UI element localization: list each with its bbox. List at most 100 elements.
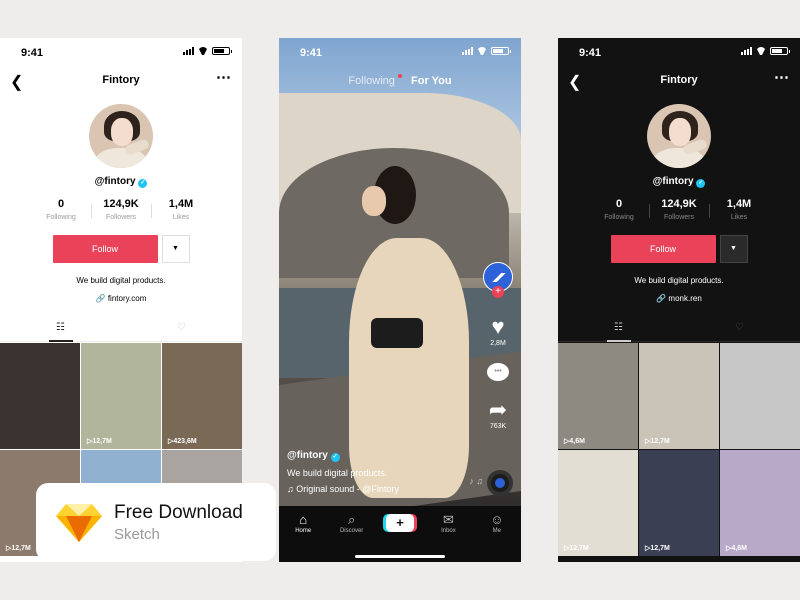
grid-icon: ☷: [614, 322, 623, 333]
profile-link[interactable]: 🔗 fintory.com: [0, 294, 242, 303]
like-count: 2,8M: [490, 340, 506, 347]
signal-icon: [183, 47, 194, 55]
stat-likes[interactable]: 1,4M Likes: [151, 198, 211, 221]
verified-icon: ✓: [696, 179, 706, 188]
liked-icon: ♡: [177, 322, 186, 333]
sound-link[interactable]: ♫ Original sound - @Fintory: [287, 484, 477, 494]
link-icon: 🔗: [656, 294, 667, 303]
profile-stats: 0 Following 124,9K Followers 1,4M Likes: [0, 198, 242, 221]
home-indicator: [355, 555, 445, 558]
home-icon: ⌂: [299, 512, 308, 527]
video-tile[interactable]: 12,7M: [81, 343, 161, 449]
wifi-icon: [198, 47, 208, 55]
liked-icon: ♡: [735, 322, 744, 333]
tab-for-you[interactable]: For You: [411, 75, 452, 87]
link-icon: 🔗: [95, 294, 106, 303]
more-icon[interactable]: ⋯: [216, 68, 231, 86]
follow-button[interactable]: Follow: [610, 235, 716, 263]
avatar: [647, 104, 711, 168]
comment-icon[interactable]: [487, 363, 509, 381]
battery-icon: [212, 47, 232, 55]
wifi-icon: [477, 47, 487, 55]
sound-disc-icon[interactable]: [487, 470, 513, 496]
stat-following[interactable]: 0 Following: [589, 198, 649, 221]
nav-home[interactable]: ⌂ Home: [279, 512, 327, 562]
follow-plus-icon[interactable]: +: [492, 286, 504, 298]
page-title: Fintory: [660, 74, 698, 86]
verified-icon: ✓: [330, 453, 340, 462]
feed-tabs: Following For You: [279, 74, 521, 87]
tab-videos[interactable]: ☷: [558, 316, 679, 342]
battery-icon: [770, 47, 790, 55]
profile-stats: 0 Following 124,9K Followers 1,4M Likes: [558, 198, 800, 221]
music-notes-icon: ♪ ♫: [469, 476, 483, 486]
dropdown-button[interactable]: ▼: [719, 235, 748, 263]
follow-button[interactable]: Follow: [52, 235, 158, 263]
video-tile[interactable]: 12,7M: [558, 450, 638, 556]
video-tile[interactable]: 12,7M: [639, 450, 719, 556]
profile-bio: We build digital products.: [76, 276, 166, 285]
share-icon[interactable]: ➦: [481, 399, 515, 421]
notification-dot: [397, 74, 402, 78]
profile-handle: @fintory ✓: [94, 176, 148, 188]
me-icon: ☺: [490, 512, 504, 527]
badge-subtitle: Sketch: [114, 525, 160, 543]
verified-icon: ✓: [138, 179, 148, 188]
more-icon[interactable]: ⋯: [774, 68, 789, 86]
profile-tabs: ☷ ♡: [558, 316, 800, 342]
download-badge[interactable]: Free Download Sketch: [36, 483, 276, 561]
video-tile[interactable]: 4,6M: [558, 343, 638, 449]
profile-tabs: ☷ ♡: [0, 316, 242, 342]
battery-icon: [491, 47, 511, 55]
nav-bar: ❮ Fintory ⋯: [558, 66, 800, 94]
stat-followers[interactable]: 124,9K Followers: [91, 198, 151, 221]
video-tile[interactable]: 12,7M: [639, 343, 719, 449]
video-tile[interactable]: [0, 343, 80, 449]
badge-title: Free Download: [114, 501, 243, 523]
sketch-logo-icon: [56, 502, 102, 542]
status-bar: 9:41: [0, 38, 242, 66]
video-tile[interactable]: 423,6M: [162, 343, 242, 449]
tab-liked[interactable]: ♡: [679, 316, 800, 341]
video-tile[interactable]: 4,6M: [720, 450, 800, 556]
inbox-icon: ✉: [442, 512, 454, 527]
avatar: [89, 104, 153, 168]
status-time: 9:41: [21, 47, 44, 59]
action-rail: + ♥ 2,8M ➦ 763K: [481, 262, 515, 430]
tab-following[interactable]: Following: [348, 75, 394, 87]
page-title: Fintory: [102, 74, 140, 86]
status-bar: 9:41: [558, 38, 800, 66]
create-icon: +: [386, 514, 415, 532]
tab-liked[interactable]: ♡: [121, 316, 242, 341]
caret-down-icon: ▼: [730, 245, 737, 252]
profile-link[interactable]: 🔗 monk.ren: [558, 294, 800, 303]
stat-following[interactable]: 0 Following: [31, 198, 91, 221]
stat-likes[interactable]: 1,4M Likes: [709, 198, 769, 221]
discover-icon: ⌕: [347, 512, 356, 527]
music-note-icon: ♫: [287, 484, 294, 494]
stat-followers[interactable]: 124,9K Followers: [649, 198, 709, 221]
caret-down-icon: ▼: [172, 245, 179, 252]
status-time: 9:41: [579, 47, 602, 59]
wifi-icon: [756, 47, 766, 55]
video-tile[interactable]: [720, 343, 800, 449]
share-count: 763K: [489, 423, 507, 430]
nav-bar: ❮ Fintory ⋯: [0, 66, 242, 94]
tab-videos[interactable]: ☷: [0, 316, 121, 342]
heart-icon[interactable]: ♥: [481, 316, 515, 338]
video-caption: @fintory ✓ We build digital products. ♫ …: [287, 450, 477, 494]
profile-handle: @fintory ✓: [652, 176, 706, 188]
feed-screen: 9:41 Following For You + ♥ 2,8M ➦ 763K @…: [279, 38, 521, 562]
profile-bio: We build digital products.: [634, 276, 724, 285]
caption-text: We build digital products.: [287, 468, 388, 478]
video-grid: 4,6M 12,7M 12,7M 12,7M 4,6M: [558, 343, 800, 556]
status-time: 9:41: [300, 47, 323, 59]
dropdown-button[interactable]: ▼: [161, 235, 190, 263]
grid-icon: ☷: [56, 322, 65, 333]
bottom-nav: ⌂ Home ⌕ Discover + ✉ Inbox ☺ Me: [279, 506, 521, 562]
signal-icon: [462, 47, 473, 55]
profile-dark-screen: 9:41 ❮ Fintory ⋯ @fintory ✓ 0 Following …: [558, 38, 800, 562]
nav-me[interactable]: ☺ Me: [473, 512, 521, 562]
status-bar: 9:41: [279, 38, 521, 66]
caption-handle[interactable]: @fintory: [287, 450, 328, 461]
